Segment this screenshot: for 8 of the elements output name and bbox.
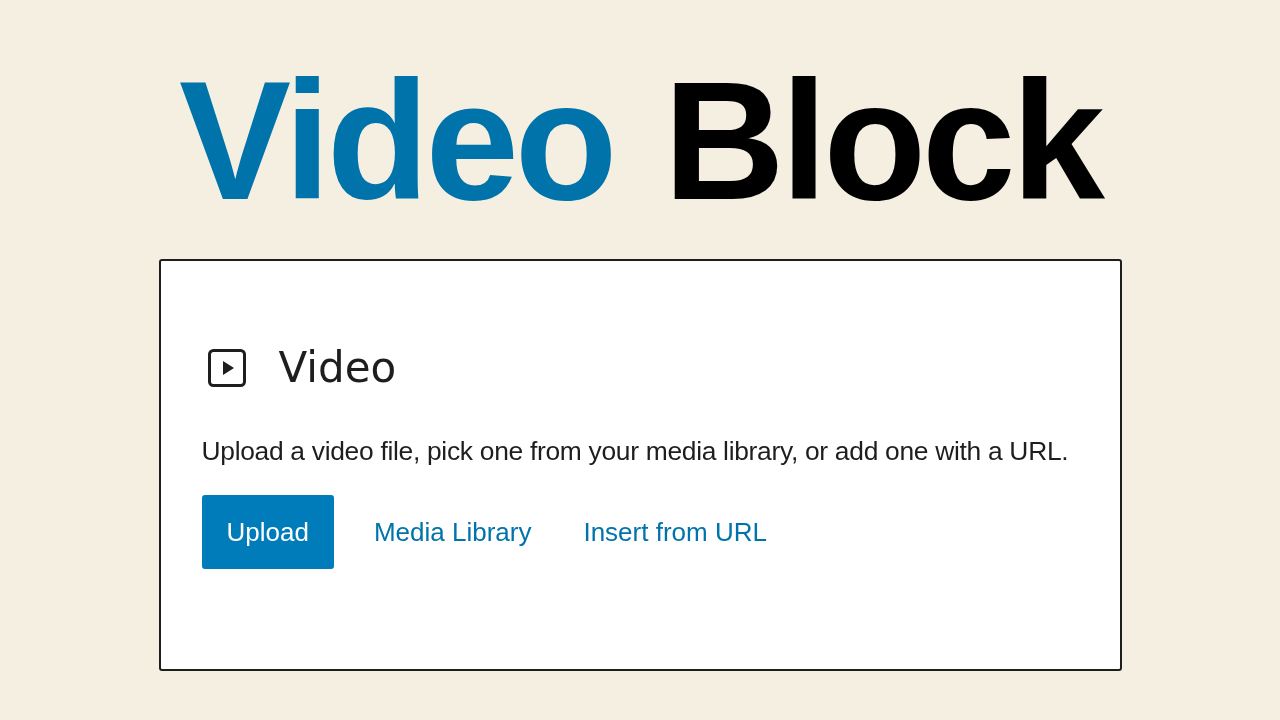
upload-button[interactable]: Upload — [201, 495, 334, 569]
block-description: Upload a video file, pick one from your media library, or add one with a URL. — [201, 435, 1070, 468]
block-title: Video — [278, 347, 397, 389]
link-button[interactable]: Media Library — [361, 495, 544, 569]
play-icon — [207, 349, 246, 387]
link-button[interactable]: Insert from URL — [571, 495, 779, 569]
headline-word: Video — [179, 57, 614, 225]
headline-word: Block — [663, 57, 1101, 225]
